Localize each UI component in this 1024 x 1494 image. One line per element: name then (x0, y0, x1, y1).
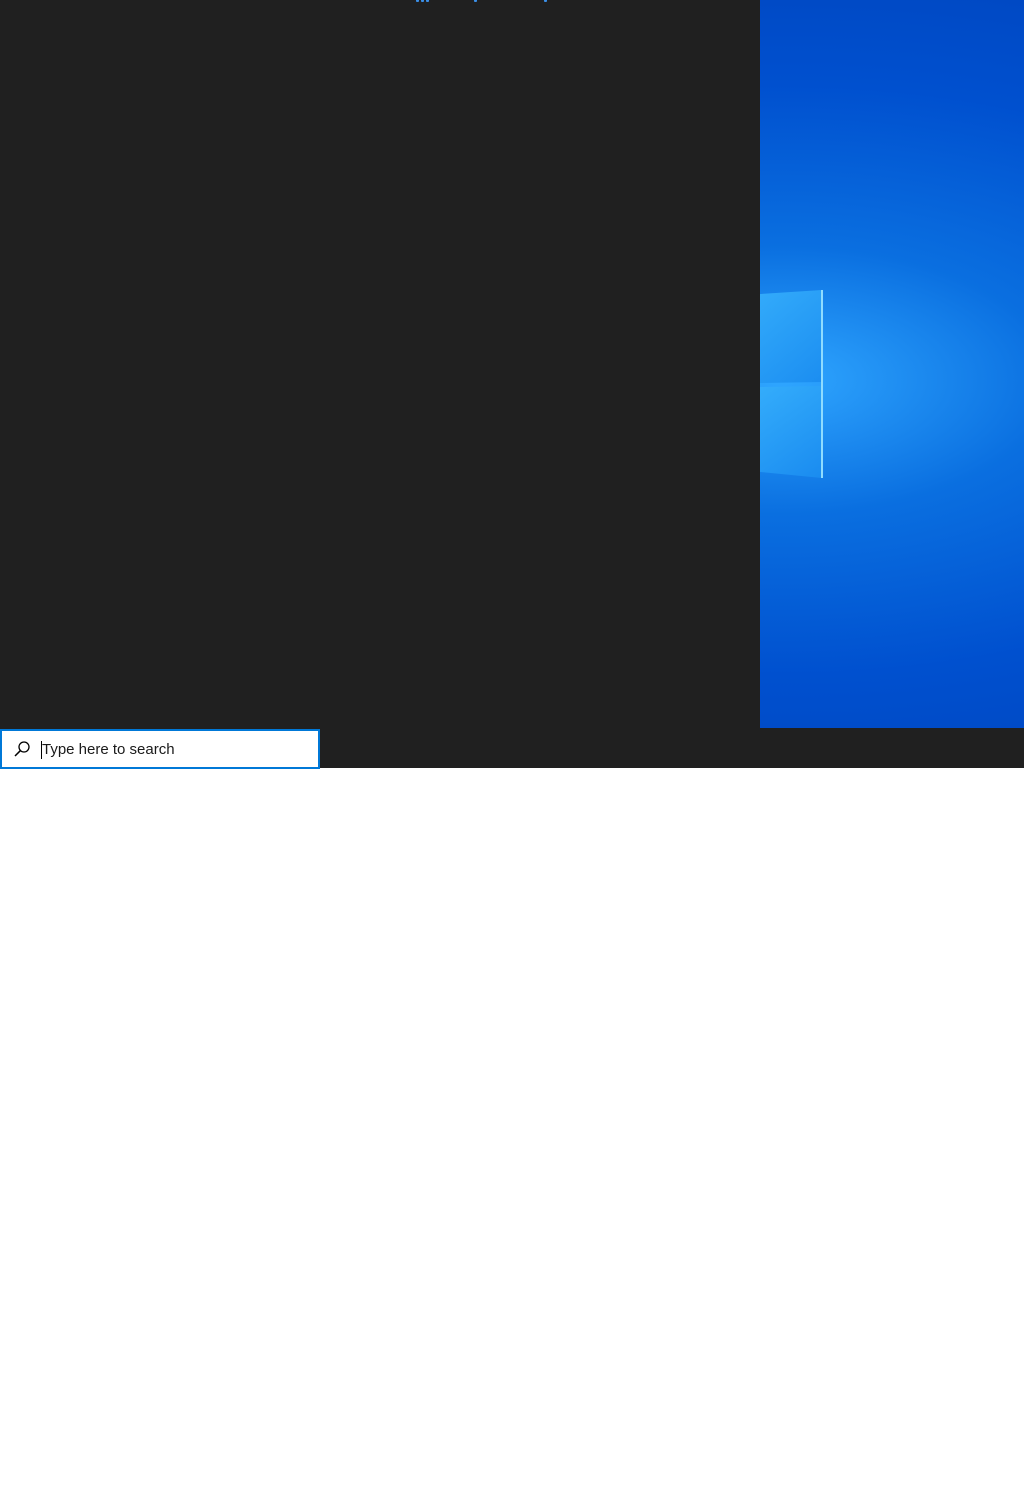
network-icon[interactable] (862, 1466, 880, 1486)
text-caret (41, 741, 42, 759)
clock-date: 9/9/2023 (915, 1476, 963, 1490)
volume-icon[interactable] (886, 1466, 904, 1486)
taskbar-search-box[interactable] (0, 729, 320, 769)
action-center-icon[interactable] (982, 1466, 1002, 1486)
clock-time: 1:07 AM (916, 1459, 962, 1473)
search-icon (14, 741, 30, 757)
loading-indicator (416, 0, 556, 4)
search-input[interactable] (40, 731, 312, 767)
news-and-interests-icon[interactable] (814, 1466, 838, 1486)
search-panel (0, 0, 760, 728)
system-clock[interactable]: 1:07 AM 9/9/2023 (908, 1458, 970, 1494)
